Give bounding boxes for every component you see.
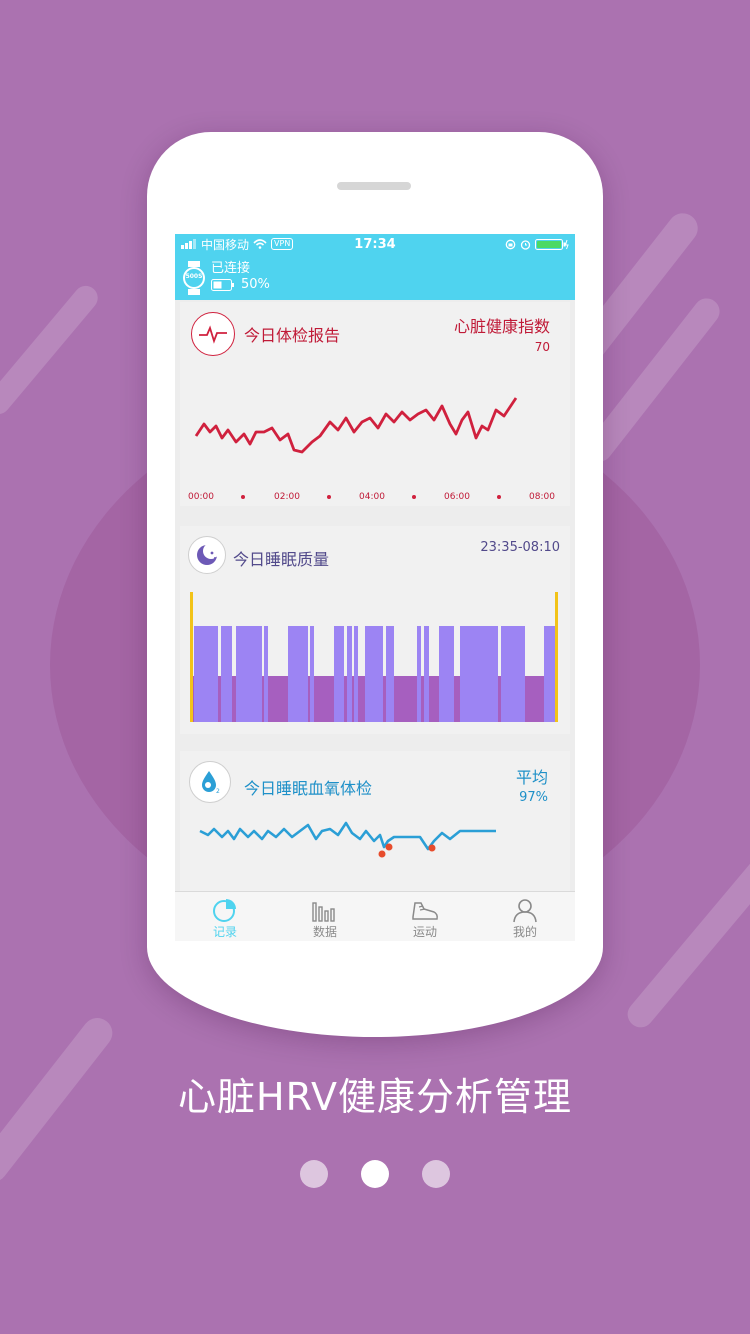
device-battery-value: 50% bbox=[241, 277, 270, 292]
tab-label: 我的 bbox=[512, 925, 537, 939]
oxygen-line bbox=[199, 821, 496, 851]
status-bar: 中国移动 VPN 17:34 bbox=[175, 234, 575, 254]
sleep-card-title: 今日睡眠质量 bbox=[233, 550, 330, 569]
watch-icon: 500S bbox=[181, 261, 205, 295]
bar-chart-icon bbox=[312, 902, 335, 922]
x-tick-label: 06:00 bbox=[444, 492, 470, 502]
moon-icon bbox=[188, 536, 226, 574]
x-tick-label: 00:00 bbox=[188, 492, 214, 502]
x-tick-label: 02:00 bbox=[274, 492, 300, 502]
page-dot-2[interactable] bbox=[361, 1160, 389, 1188]
person-icon bbox=[513, 899, 537, 923]
clock: 17:34 bbox=[354, 236, 396, 252]
sleep-quality-card[interactable]: 今日睡眠质量 23:35-08:10 bbox=[180, 526, 570, 734]
tab-bar: 记录 数据 运动 我的 bbox=[175, 891, 575, 941]
page-dot-3[interactable] bbox=[422, 1160, 450, 1188]
device-header[interactable]: 500S 已连接 50% bbox=[175, 254, 575, 300]
page-dot-1[interactable] bbox=[300, 1160, 328, 1188]
blood-oxygen-card[interactable]: 2 今日睡眠血氧体检 平均 97% bbox=[180, 751, 570, 901]
phone-frame: 中国移动 VPN 17:34 500S 已连接 50% 今日体检报告 心脏健康指… bbox=[147, 132, 603, 1037]
sneaker-icon bbox=[412, 902, 438, 920]
watch-label: 500S bbox=[185, 273, 203, 280]
page-indicator bbox=[0, 1160, 750, 1188]
x-axis-dot bbox=[327, 495, 331, 499]
sleep-time-range: 23:35-08:10 bbox=[480, 540, 560, 555]
x-tick-label: 08:00 bbox=[529, 492, 555, 502]
x-axis-dot bbox=[497, 495, 501, 499]
sleep-end-marker bbox=[555, 592, 558, 722]
background-streak bbox=[0, 281, 103, 419]
tab-record[interactable]: 记录 bbox=[175, 892, 275, 941]
device-battery-icon bbox=[211, 279, 234, 291]
heart-report-card[interactable]: 今日体检报告 心脏健康指数 70 00:00 02:00 04:00 06:00… bbox=[180, 302, 570, 506]
tab-data[interactable]: 数据 bbox=[275, 892, 375, 941]
phone-speaker bbox=[337, 182, 411, 190]
oxygen-chart bbox=[199, 821, 496, 858]
pie-chart-icon bbox=[213, 899, 236, 922]
sleep-bars-chart bbox=[190, 592, 558, 722]
tab-label: 记录 bbox=[212, 925, 237, 939]
x-axis-dot bbox=[412, 495, 416, 499]
tab-label: 运动 bbox=[412, 925, 437, 939]
x-tick-label: 04:00 bbox=[359, 492, 385, 502]
connection-status: 已连接 bbox=[211, 261, 251, 276]
tab-mine[interactable]: 我的 bbox=[475, 892, 575, 941]
heart-rate-line bbox=[194, 397, 518, 454]
heart-rate-chart bbox=[194, 397, 518, 499]
oxygen-dip-marker bbox=[428, 844, 436, 852]
tagline: 心脏HRV健康分析管理 bbox=[178, 1075, 572, 1119]
tab-label: 数据 bbox=[312, 925, 337, 939]
app-screen: 中国移动 VPN 17:34 500S 已连接 50% 今日体检报告 心脏健康指… bbox=[175, 234, 575, 941]
sleep-start-marker bbox=[190, 592, 193, 722]
oxygen-dip-marker bbox=[385, 843, 393, 851]
oxygen-dip-marker bbox=[378, 850, 386, 858]
x-axis-dot bbox=[241, 495, 245, 499]
tab-sport[interactable]: 运动 bbox=[375, 892, 475, 941]
background-streak bbox=[622, 847, 750, 1033]
